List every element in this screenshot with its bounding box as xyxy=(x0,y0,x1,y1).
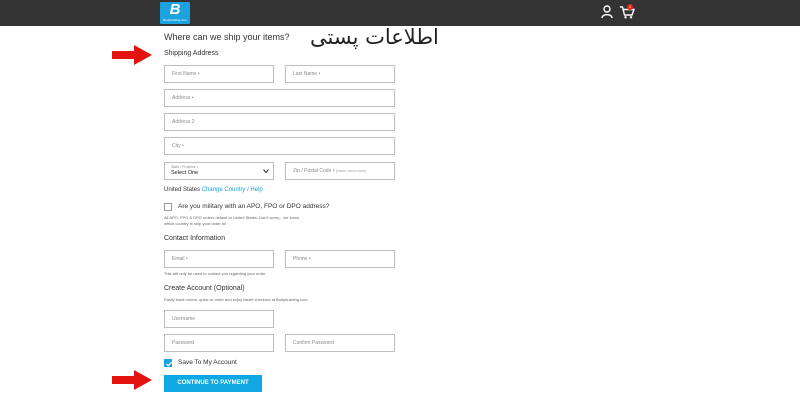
military-checkbox-label: Are you military with an APO, FPO or DPO… xyxy=(178,203,330,210)
red-arrow-continue xyxy=(112,370,152,390)
save-to-account-checkbox[interactable] xyxy=(164,359,172,367)
logo-subtext: Bodybuilding.com xyxy=(163,18,187,22)
persian-caption: اطلاعات پستی xyxy=(310,25,439,49)
top-navigation-bar: B Bodybuilding.com 1 xyxy=(0,0,800,26)
state-select-label: State / Province • xyxy=(171,165,198,169)
zip-field[interactable]: Zip / Postal Code • (xxxxx, xxxxx-xxxx) xyxy=(285,162,395,180)
password-field[interactable]: Password xyxy=(164,334,274,352)
bodybuilding-logo[interactable]: B Bodybuilding.com xyxy=(160,2,190,24)
logo-mark: B xyxy=(169,1,181,18)
city-field[interactable]: City • xyxy=(164,137,395,155)
change-country-link[interactable]: Change Country / Help xyxy=(202,187,263,193)
address2-field[interactable]: Address 2 xyxy=(164,113,395,131)
military-note-line2: which country to ship your order to! xyxy=(164,221,227,226)
country-row: United States Change Country / Help xyxy=(164,187,263,193)
address-field[interactable]: Address • xyxy=(164,89,395,107)
state-select-value: Select One xyxy=(171,170,199,176)
contact-note: This will only be used to contact you re… xyxy=(164,271,266,276)
chevron-down-icon xyxy=(263,169,269,174)
zip-label: Zip / Postal Code • xyxy=(293,168,335,174)
last-name-field[interactable]: Last Name • xyxy=(285,65,395,83)
state-select[interactable]: State / Province • Select One xyxy=(164,162,274,180)
military-checkbox[interactable] xyxy=(164,203,172,211)
confirm-password-field[interactable]: Confirm Password xyxy=(285,334,395,352)
first-name-field[interactable]: First Name • xyxy=(164,65,274,83)
phone-field[interactable]: Phone • xyxy=(285,250,395,268)
shipping-address-title: Shipping Address xyxy=(164,50,219,57)
continue-to-payment-button[interactable]: CONTINUE TO PAYMENT xyxy=(164,375,262,392)
user-icon[interactable] xyxy=(601,5,613,19)
email-field[interactable]: Email • xyxy=(164,250,274,268)
save-to-account-label: Save To My Account xyxy=(178,359,237,366)
username-field[interactable]: Username xyxy=(164,310,274,328)
cart-count-badge: 1 xyxy=(627,4,633,10)
create-account-title: Create Account (Optional) xyxy=(164,285,245,292)
country-name: United States xyxy=(164,187,201,193)
zip-format-hint: (xxxxx, xxxxx-xxxx) xyxy=(335,169,366,173)
checkmark-icon xyxy=(166,361,172,367)
page-heading: Where can we ship your items? xyxy=(164,32,290,42)
create-account-note: Easily track orders, quick re-order and … xyxy=(164,297,308,302)
red-arrow-shipping xyxy=(112,45,152,65)
contact-information-title: Contact Information xyxy=(164,235,226,242)
